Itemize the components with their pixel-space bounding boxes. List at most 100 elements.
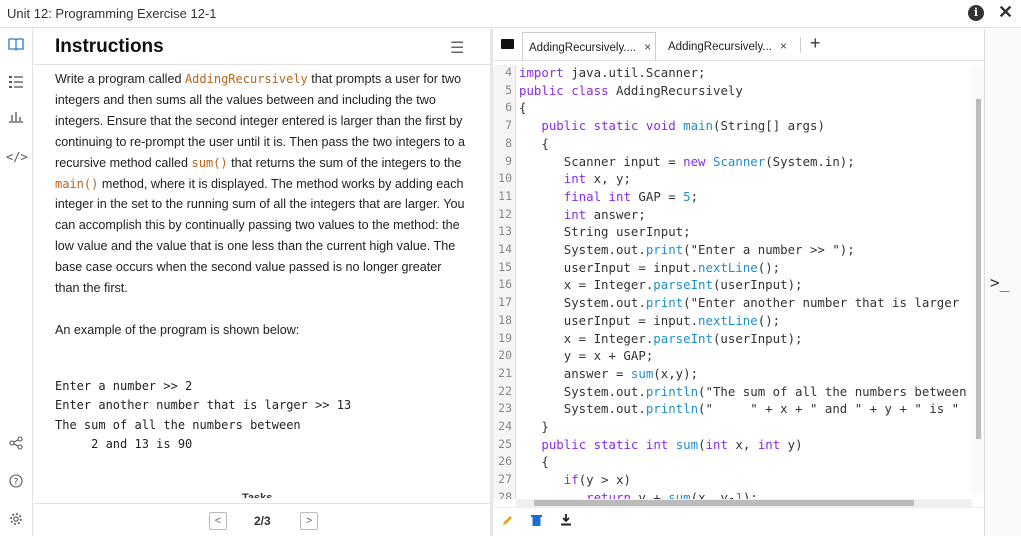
code-line[interactable]: 21 answer = sum(x,y);	[494, 366, 984, 384]
line-number: 27	[498, 472, 512, 487]
folder-icon[interactable]	[501, 39, 514, 49]
code-text: {	[519, 454, 549, 470]
code-line[interactable]: 22 System.out.println("The sum of all th…	[494, 384, 984, 402]
code-line[interactable]: 4 import java.util.Scanner;	[494, 65, 984, 83]
next-page-button[interactable]: >	[300, 512, 318, 530]
sample-line: 2 and 13 is 90	[55, 436, 193, 451]
line-number: 11	[498, 188, 512, 203]
editor-toolbar	[494, 507, 984, 536]
close-tab-icon[interactable]: ×	[780, 39, 787, 53]
line-number: 26	[498, 454, 512, 469]
left-sidebar: </> ?	[0, 29, 33, 536]
tab-separator	[800, 37, 801, 53]
code-text: Scanner input = new Scanner(System.in);	[519, 153, 855, 169]
code-line[interactable]: 16 x = Integer.parseInt(userInput);	[494, 277, 984, 295]
code-line[interactable]: 13 String userInput;	[494, 224, 984, 242]
code-text: userInput = input.nextLine();	[519, 259, 781, 275]
svg-text:?: ?	[14, 478, 19, 488]
line-number: 19	[498, 330, 512, 345]
terminal-icon[interactable]: >_	[990, 273, 1009, 292]
download-icon[interactable]	[560, 514, 572, 529]
checklist-icon[interactable]	[6, 75, 26, 95]
code-line[interactable]: 27 if(y > x)	[494, 472, 984, 490]
sample-output: Enter a number >> 2 Enter another number …	[55, 377, 351, 454]
file-tab-1[interactable]: AddingRecursively.... ×	[522, 32, 656, 60]
close-tab-icon[interactable]: ×	[644, 40, 651, 54]
line-number: 18	[498, 312, 512, 327]
instructions-text: Write a program called AddingRecursively…	[55, 69, 469, 362]
code-text: System.out.println(" " + x + " and " + y…	[519, 401, 960, 417]
line-number: 9	[505, 153, 512, 168]
code-text: if(y > x)	[563, 472, 631, 488]
line-number: 20	[498, 348, 512, 363]
window-title: Unit 12: Programming Exercise 12-1	[7, 6, 217, 21]
code-text: x = Integer.parseInt(userInput);	[519, 330, 803, 346]
code-line[interactable]: 7 public static void main(String[] args)	[494, 118, 984, 136]
instructions-paragraph-1: Write a program called AddingRecursively…	[55, 72, 465, 296]
code-text: x = Integer.parseInt(userInput);	[519, 277, 803, 293]
step-pager: < 2/3 >	[34, 503, 490, 536]
terminal-sidebar: >_	[984, 29, 1021, 536]
editor-horizontal-scrollbar[interactable]	[516, 499, 972, 507]
sample-line: The sum of all the numbers between	[55, 417, 301, 432]
close-icon[interactable]: ✕	[998, 2, 1013, 23]
code-line[interactable]: 15 userInput = input.nextLine();	[494, 260, 984, 278]
line-number: 5	[505, 82, 512, 97]
line-number: 6	[505, 100, 512, 115]
sample-line: Enter a number >> 2	[55, 379, 193, 393]
book-icon[interactable]	[6, 37, 26, 57]
scrollbar-thumb[interactable]	[534, 500, 914, 506]
code-line[interactable]: 19 x = Integer.parseInt(userInput);	[494, 331, 984, 349]
instructions-panel: Instructions ☰ Write a program called Ad…	[34, 29, 506, 536]
info-icon[interactable]: i	[968, 5, 984, 21]
code-line[interactable]: 23 System.out.println(" " + x + " and " …	[494, 401, 984, 419]
code-line[interactable]: 26 {	[494, 454, 984, 472]
line-number: 13	[498, 224, 512, 239]
instructions-paragraph-2: An example of the program is shown below…	[55, 322, 300, 337]
code-line[interactable]: 14 System.out.print("Enter a number >> "…	[494, 242, 984, 260]
code-text: final int GAP = 5;	[563, 188, 699, 204]
code-text: int answer;	[563, 206, 646, 222]
line-number: 23	[498, 401, 512, 416]
line-number: 28	[498, 489, 512, 499]
code-text: public static int sum(int x, int y)	[541, 436, 803, 452]
title-bar: Unit 12: Programming Exercise 12-1 i ✕	[0, 0, 1021, 28]
line-number: 7	[505, 118, 512, 133]
code-text: public static void main(String[] args)	[541, 118, 825, 134]
panel-divider[interactable]	[490, 29, 493, 536]
code-line[interactable]: 17 System.out.print("Enter another numbe…	[494, 295, 984, 313]
editor-vertical-scrollbar[interactable]	[972, 65, 984, 495]
settings-icon[interactable]	[6, 512, 26, 532]
code-icon[interactable]: </>	[6, 147, 28, 167]
code-text: int x, y;	[563, 171, 631, 187]
help-icon[interactable]: ?	[6, 474, 26, 494]
prev-page-button[interactable]: <	[209, 512, 227, 530]
code-line[interactable]: 24 }	[494, 419, 984, 437]
code-line[interactable]: 11 final int GAP = 5;	[494, 189, 984, 207]
code-line[interactable]: 25 public static int sum(int x, int y)	[494, 437, 984, 455]
code-line[interactable]: 28 return y + sum(x, y-1);	[494, 490, 984, 499]
code-area[interactable]: 4 import java.util.Scanner; 5 public class …	[494, 65, 984, 499]
code-line[interactable]: 6{	[494, 100, 984, 118]
pencil-icon[interactable]	[502, 514, 514, 529]
file-tab-2[interactable]: AddingRecursively... ×	[662, 32, 790, 60]
add-tab-button[interactable]: +	[810, 33, 821, 54]
code-line[interactable]: 5 public class AddingRecursively	[494, 83, 984, 101]
code-text: return y + sum(x, y-1);	[586, 489, 758, 499]
menu-icon[interactable]: ☰	[450, 38, 464, 58]
code-line[interactable]: 20 y = x + GAP;	[494, 348, 984, 366]
code-line[interactable]: 12 int answer;	[494, 207, 984, 225]
code-line[interactable]: 18 userInput = input.nextLine();	[494, 313, 984, 331]
scrollbar-thumb[interactable]	[976, 99, 981, 439]
code-line[interactable]: 9 Scanner input = new Scanner(System.in)…	[494, 154, 984, 172]
share-icon[interactable]	[6, 436, 26, 456]
code-line[interactable]: 10 int x, y;	[494, 171, 984, 189]
code-line[interactable]: 8 {	[494, 136, 984, 154]
class-name-code: AddingRecursively	[184, 72, 308, 86]
line-number: 4	[505, 65, 512, 79]
tasks-heading: Tasks	[242, 492, 273, 498]
trash-icon[interactable]	[531, 514, 542, 529]
chart-icon[interactable]	[6, 109, 26, 129]
code-text: y = x + GAP;	[519, 348, 654, 364]
code-text: }	[519, 419, 549, 434]
